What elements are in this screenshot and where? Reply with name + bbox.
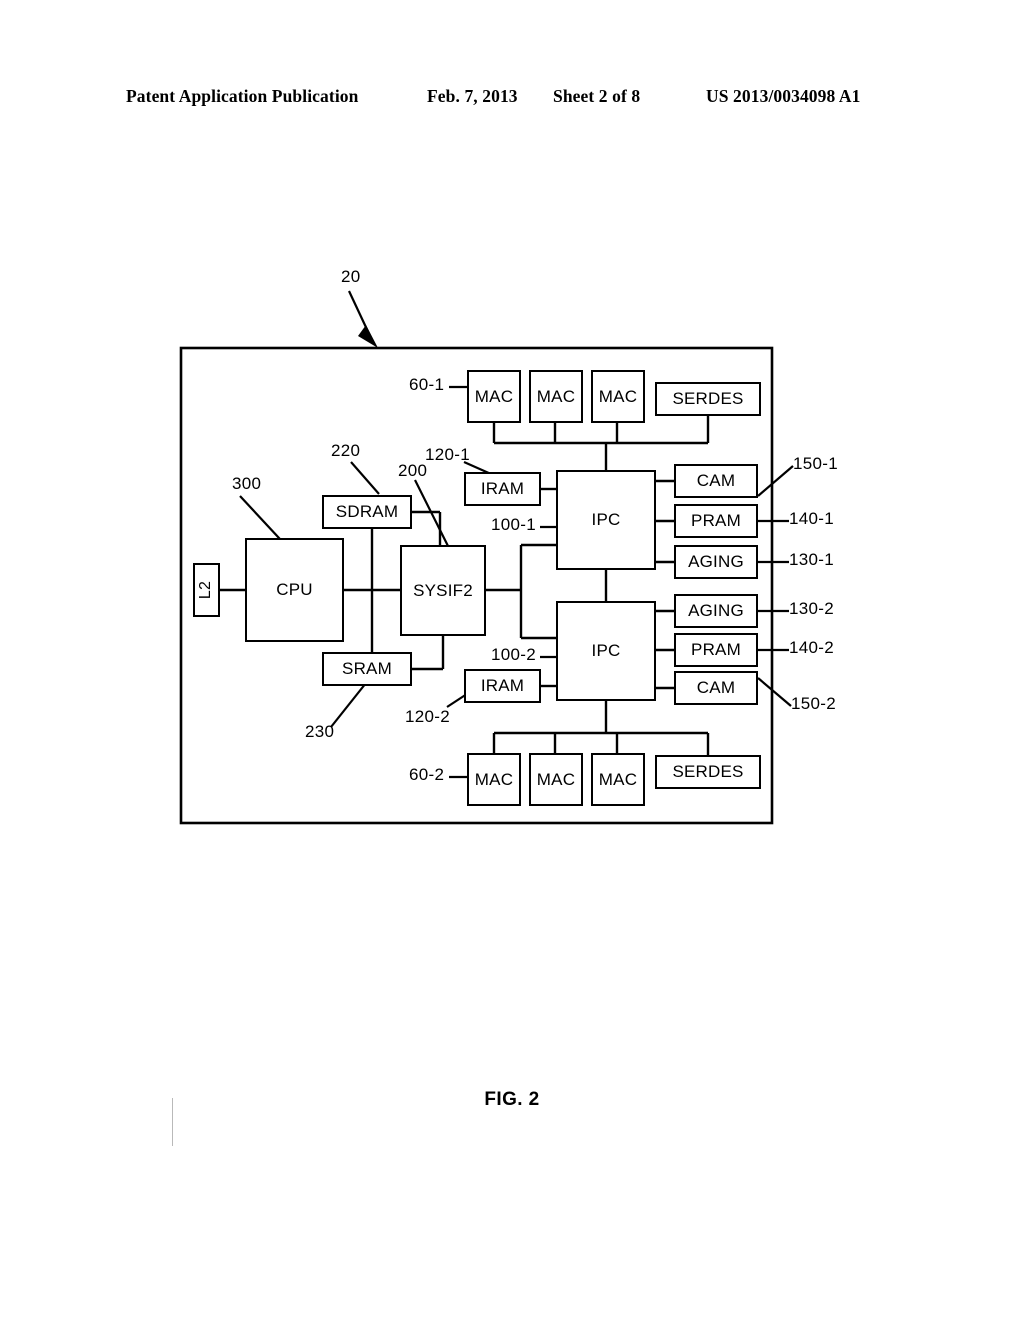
block-mac-top-3[interactable]: MAC	[591, 370, 645, 423]
block-ipc-1[interactable]: IPC	[556, 470, 656, 570]
block-serdes-top-label: SERDES	[672, 389, 744, 408]
leader-arrowhead-20	[358, 325, 378, 348]
block-mac-bottom-2[interactable]: MAC	[529, 753, 583, 806]
block-pram-2[interactable]: PRAM	[674, 633, 758, 667]
block-pram-1[interactable]: PRAM	[674, 504, 758, 538]
block-iram-1[interactable]: IRAM	[464, 472, 541, 506]
block-iram-2-label: IRAM	[480, 676, 525, 695]
leader-220	[350, 461, 380, 495]
block-mac-bottom-1-label: MAC	[474, 769, 514, 789]
ref-label-pram-top: 140-1	[789, 509, 834, 528]
block-cam-2[interactable]: CAM	[674, 671, 758, 705]
block-sdram[interactable]: SDRAM	[322, 495, 412, 529]
block-mac-bottom-3[interactable]: MAC	[591, 753, 645, 806]
ref-label-sysif2: 200	[398, 461, 428, 480]
block-mac-bottom-2-label: MAC	[536, 769, 576, 789]
block-mac-bottom-3-label: MAC	[598, 769, 638, 789]
block-cam-1-label: CAM	[696, 471, 736, 490]
ref-label-cam-top: 150-1	[793, 454, 838, 473]
block-serdes-bottom-label: SERDES	[672, 762, 744, 781]
block-aging-2[interactable]: AGING	[674, 594, 758, 628]
ref-label-ipc-top: 100-1	[491, 515, 536, 534]
block-sysif2[interactable]: SYSIF2	[400, 545, 486, 636]
block-mac-top-2-label: MAC	[536, 386, 576, 406]
block-pram-2-label: PRAM	[691, 640, 741, 659]
block-l2-label: L2	[197, 580, 215, 600]
ref-label-cam-bottom: 150-2	[791, 694, 836, 713]
leader-150-2	[757, 677, 792, 707]
block-sram-label: SRAM	[342, 659, 392, 678]
block-mac-top-1-label: MAC	[474, 386, 514, 406]
block-mac-top-2[interactable]: MAC	[529, 370, 583, 423]
block-cam-1[interactable]: CAM	[674, 464, 758, 498]
ref-label-aging-top: 130-1	[789, 550, 834, 569]
ref-label-sdram: 220	[331, 441, 361, 460]
block-pram-1-label: PRAM	[691, 511, 741, 530]
block-sram[interactable]: SRAM	[322, 652, 412, 686]
block-ipc-2[interactable]: IPC	[556, 601, 656, 701]
block-cpu[interactable]: CPU	[245, 538, 344, 642]
ref-label-iram-top: 120-1	[425, 445, 470, 464]
figure-caption: FIG. 2	[484, 1089, 540, 1110]
leader-150-1	[757, 465, 794, 497]
block-ipc-2-label: IPC	[591, 641, 621, 660]
ref-label-aging-bottom: 130-2	[789, 599, 834, 618]
block-serdes-top[interactable]: SERDES	[655, 382, 761, 416]
block-aging-2-label: AGING	[688, 601, 744, 620]
block-l2[interactable]: L2	[193, 563, 220, 617]
leader-230	[330, 682, 367, 728]
block-aging-1[interactable]: AGING	[674, 545, 758, 579]
figure-2-block-diagram: L2 CPU SDRAM SRAM SYSIF2 IRAM IRAM IPC I…	[0, 0, 1024, 1320]
block-mac-top-1[interactable]: MAC	[467, 370, 521, 423]
block-mac-bottom-1[interactable]: MAC	[467, 753, 521, 806]
block-ipc-1-label: IPC	[591, 510, 621, 529]
block-serdes-bottom[interactable]: SERDES	[655, 755, 761, 789]
ref-label-mac-group-top: 60-1	[409, 375, 445, 394]
ref-label-ipc-bottom: 100-2	[491, 645, 536, 664]
ref-label-mac-group-bottom: 60-2	[409, 765, 445, 784]
ref-label-pram-bottom: 140-2	[789, 638, 834, 657]
block-sysif2-label: SYSIF2	[413, 580, 473, 600]
block-mac-top-3-label: MAC	[598, 386, 638, 406]
margin-scan-artifact	[172, 1098, 173, 1146]
ref-label-iram-bottom: 120-2	[405, 707, 450, 726]
block-cam-2-label: CAM	[696, 678, 736, 697]
block-sdram-label: SDRAM	[335, 502, 399, 521]
block-iram-1-label: IRAM	[480, 479, 525, 498]
ref-label-cpu: 300	[232, 474, 262, 493]
block-iram-2[interactable]: IRAM	[464, 669, 541, 703]
block-aging-1-label: AGING	[688, 552, 744, 571]
ref-label-sram: 230	[305, 722, 335, 741]
ref-label-chip-20: 20	[341, 267, 361, 286]
block-cpu-label: CPU	[276, 580, 313, 599]
